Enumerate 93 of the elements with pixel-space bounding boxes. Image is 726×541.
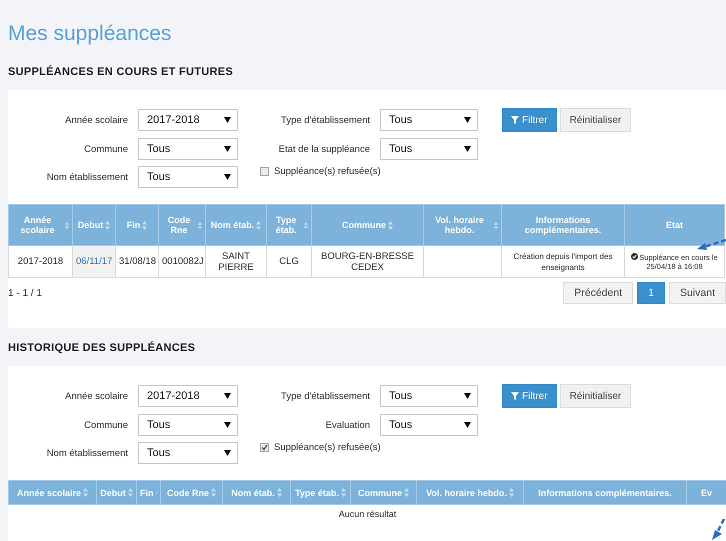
table-cell: SAINT PIERRE	[206, 246, 266, 278]
column-header[interactable]: Année scolaire	[8, 480, 96, 504]
filter-button[interactable]: Filtrer	[502, 384, 557, 408]
column-header[interactable]: Vol. horaire hebdo.	[424, 204, 502, 246]
filter-label: Evaluation	[324, 420, 370, 430]
filter-select[interactable]: Tous	[138, 442, 238, 464]
column-header[interactable]: Nom étab.	[206, 204, 266, 246]
filter-select[interactable]: Tous	[380, 138, 478, 160]
filter-label: Commune	[83, 144, 128, 154]
reset-button[interactable]: Réinitialiser	[560, 384, 632, 408]
column-header[interactable]: Fin	[116, 204, 158, 246]
caret-icon	[224, 117, 231, 123]
caret-icon	[224, 450, 231, 456]
column-header[interactable]: Code Rne	[160, 480, 222, 504]
sort-icon[interactable]	[105, 220, 110, 230]
column-header[interactable]: Informations complémentaires.	[524, 480, 686, 504]
sort-icon[interactable]	[256, 220, 262, 230]
column-header[interactable]: Vol. horaire hebdo.	[416, 480, 524, 504]
filter-label: Etat de la suppléance	[278, 144, 370, 154]
column-header[interactable]: Fin	[136, 480, 160, 504]
filter-button[interactable]: Filtrer	[502, 108, 557, 132]
filter-select[interactable]: 2017-2018	[138, 385, 238, 407]
caret-icon	[464, 422, 471, 428]
filter-select[interactable]: Tous	[380, 385, 478, 407]
filter-label: Nom établissement	[46, 448, 128, 458]
table-cell: 31/08/18	[116, 246, 158, 278]
sort-icon[interactable]	[65, 220, 69, 230]
column-header[interactable]: Année scolaire	[8, 204, 72, 246]
sort-icon[interactable]	[128, 488, 133, 497]
sort-icon[interactable]	[340, 488, 346, 497]
filter-label: Année scolaire	[64, 390, 128, 402]
caret-icon	[224, 174, 231, 180]
column-header[interactable]: Ev	[686, 480, 726, 504]
sort-icon[interactable]	[508, 488, 514, 497]
sort-icon[interactable]	[494, 220, 498, 230]
sort-icon[interactable]	[211, 488, 216, 497]
caret-icon	[464, 393, 471, 399]
filter-select[interactable]: Tous	[380, 109, 478, 131]
filter-label: Type d'établissement	[280, 390, 370, 402]
caret-icon	[224, 146, 231, 152]
section-heading: HISTORIQUE DES SUPPLÉANCES	[8, 342, 196, 354]
sort-icon[interactable]	[83, 488, 88, 497]
sort-icon[interactable]	[304, 220, 308, 230]
filter-select[interactable]: Tous	[138, 414, 238, 436]
table-cell: CLG	[266, 246, 312, 278]
sort-icon[interactable]	[388, 220, 393, 230]
reset-button[interactable]: Réinitialiser	[560, 108, 632, 132]
column-header[interactable]: Code Rne	[158, 204, 206, 246]
caret-icon	[464, 117, 471, 123]
column-header[interactable]: Nom étab.	[222, 480, 290, 504]
column-header[interactable]: Commune	[312, 204, 424, 246]
column-header[interactable]: Debut	[72, 204, 116, 246]
caret-icon	[464, 146, 471, 152]
table-cell: Création depuis l'import des enseignants	[502, 246, 624, 278]
column-header[interactable]: Commune	[350, 480, 416, 504]
column-header[interactable]: Informations complémentaires.	[502, 204, 624, 246]
filter-select[interactable]: Tous	[138, 138, 238, 160]
refused-checkbox[interactable]: Suppléance(s) refusée(s)	[260, 442, 478, 453]
dashed-arrow	[710, 519, 726, 541]
dashed-arrow	[696, 238, 726, 252]
filter-select[interactable]: Tous	[138, 166, 238, 188]
column-header[interactable]: Debut	[96, 480, 136, 504]
funnel-icon	[511, 116, 519, 124]
table-cell: 2017-2018	[8, 246, 72, 278]
page-button[interactable]: 1	[637, 282, 665, 304]
section-heading: SUPPLÉANCES EN COURS ET FUTURES	[8, 66, 234, 78]
sort-icon[interactable]	[142, 220, 148, 230]
column-header[interactable]: Etat	[624, 204, 724, 246]
filter-select[interactable]: Tous	[380, 414, 478, 436]
filter-label: Commune	[83, 420, 128, 430]
sort-icon[interactable]	[276, 488, 282, 497]
next-button[interactable]: Suivant	[668, 282, 726, 304]
pagination-summary: 1 - 1 / 1	[8, 288, 42, 298]
check-icon	[261, 444, 268, 451]
column-header[interactable]: Type étab.	[266, 204, 312, 246]
column-header[interactable]: Type étab.	[290, 480, 350, 504]
filter-label: Type d'établissement	[280, 114, 370, 126]
previous-button[interactable]: Précédent	[563, 282, 634, 304]
date-link[interactable]: 06/11/17	[72, 246, 116, 278]
funnel-icon	[511, 392, 519, 400]
page-title: Mes suppléances	[8, 21, 172, 47]
filter-select[interactable]: 2017-2018	[138, 109, 238, 131]
caret-icon	[224, 422, 231, 428]
sort-icon[interactable]	[198, 220, 202, 230]
refused-checkbox[interactable]: Suppléance(s) refusée(s)	[260, 166, 478, 177]
sort-icon[interactable]	[404, 488, 409, 497]
table-cell: 0010082J	[158, 246, 206, 278]
filter-label: Année scolaire	[64, 114, 128, 126]
check-circle-icon	[631, 252, 638, 260]
empty-message: Aucun résultat	[8, 504, 726, 523]
filter-label: Nom établissement	[46, 172, 128, 182]
table-cell: BOURG-EN-BRESSE CEDEX	[312, 246, 424, 278]
caret-icon	[224, 393, 231, 399]
